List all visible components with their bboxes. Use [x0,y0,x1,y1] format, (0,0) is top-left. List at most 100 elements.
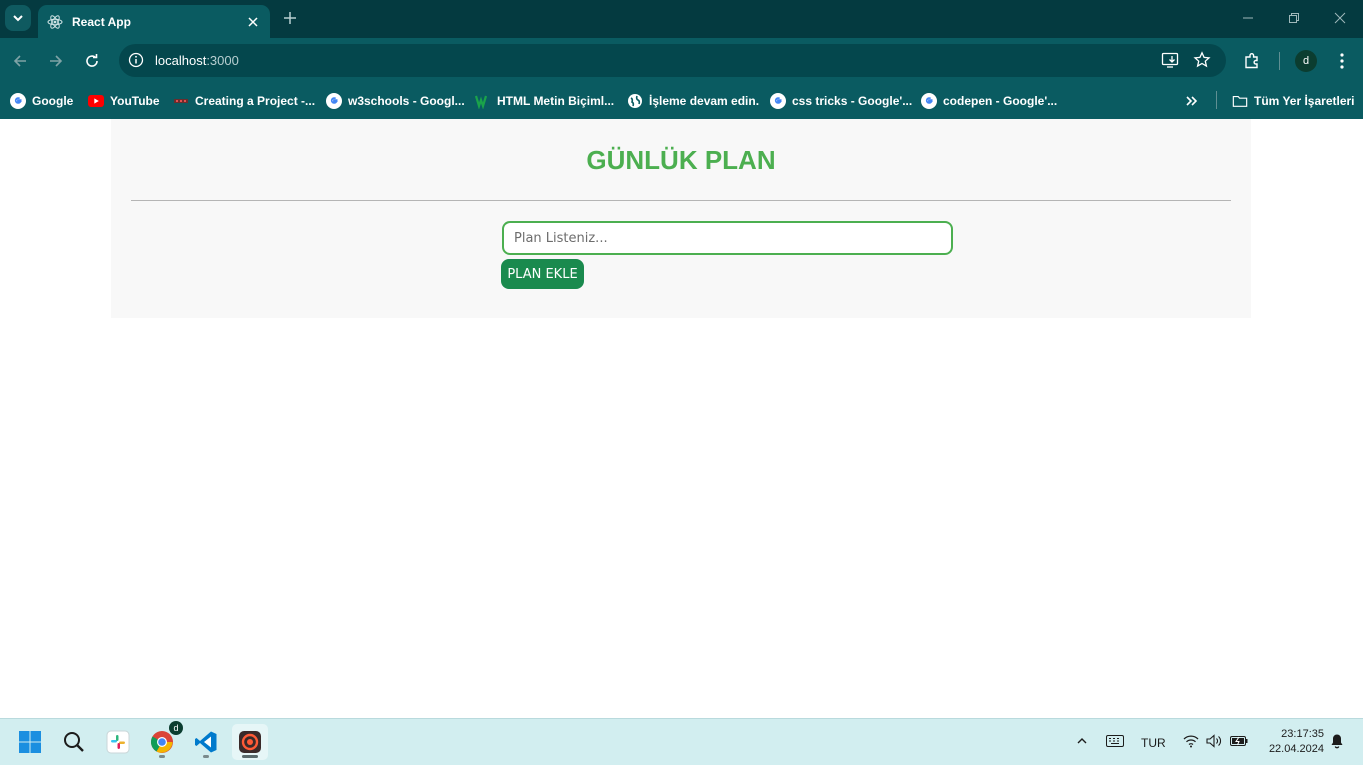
vscode-icon [195,731,217,753]
globe-icon [627,93,643,109]
bookmark-label: Google [32,94,74,108]
back-button[interactable] [8,49,32,73]
install-app-icon[interactable] [1160,50,1180,70]
close-icon [1334,12,1346,24]
speaker-icon [1206,734,1221,748]
search-icon [64,732,84,752]
more-bookmarks-button[interactable] [1184,90,1206,112]
bookmark-label: YouTube [110,94,160,108]
bookmark-label: Creating a Project -... [195,94,316,108]
address-bar[interactable]: localhost:3000 [119,44,1226,77]
bookmark-google[interactable]: Google [10,90,73,112]
bookmarks-separator [1216,91,1217,109]
bookmark-star-icon[interactable] [1192,50,1212,70]
url-host: localhost [155,53,207,68]
close-icon[interactable] [244,13,262,31]
new-tab-button[interactable] [280,8,300,28]
battery-button[interactable] [1228,731,1250,751]
arrow-left-icon [13,55,26,67]
windows-start-icon [19,731,41,753]
bookmark-label: w3schools - Googl... [348,94,465,108]
page-title: GÜNLÜK PLAN [586,145,776,175]
restore-button[interactable] [1284,8,1304,28]
page-viewport: GÜNLÜK PLAN PLAN EKLE [0,119,1363,718]
browser-toolbar: localhost:3000 d [0,38,1363,84]
bookmark-html-metin[interactable]: HTML Metin Biçiml... [475,90,614,112]
running-indicator [203,755,209,758]
site-icon [475,93,491,109]
bookmark-codepen[interactable]: codepen - Google'... [921,90,1057,112]
site-icon [173,93,189,109]
recorder-icon [239,731,261,753]
bookmark-label: İşleme devam edin. [649,94,760,108]
taskbar-slack[interactable] [100,724,136,760]
forward-button[interactable] [44,49,68,73]
chevron-up-icon [1077,738,1087,744]
google-icon [326,93,342,109]
extensions-icon[interactable] [1240,49,1264,73]
react-icon [47,14,63,30]
site-info-icon[interactable] [126,50,146,70]
folder-icon [1232,93,1248,109]
battery-charging-icon [1230,736,1248,746]
bookmark-label: HTML Metin Biçiml... [497,94,615,108]
plus-icon [284,12,296,24]
minimize-button[interactable] [1238,8,1258,28]
taskbar-chrome[interactable]: d [144,721,183,760]
clock-time: 23:17:35 [1281,728,1324,740]
reload-icon [86,54,98,67]
close-window-button[interactable] [1330,8,1350,28]
browser-tab[interactable]: React App [38,5,270,38]
keyboard-icon [1106,735,1124,747]
volume-button[interactable] [1204,731,1224,751]
network-button[interactable] [1181,731,1201,751]
profile-avatar[interactable]: d [1295,50,1317,72]
add-plan-button[interactable]: PLAN EKLE [501,259,584,289]
url-port: :3000 [206,53,239,68]
all-bookmarks-folder[interactable]: Tüm Yer İşaretleri [1232,90,1355,112]
bookmark-label: css tricks - Google'... [792,94,913,108]
bookmarks-bar: Google YouTube Creating a Project -... w… [0,84,1363,119]
all-bookmarks-label: Tüm Yer İşaretleri [1254,94,1355,108]
arrow-right-icon [50,55,63,67]
taskbar-vscode[interactable] [188,724,224,760]
reload-button[interactable] [80,49,104,73]
show-hidden-icons-button[interactable] [1073,731,1091,751]
slack-icon [106,730,130,754]
bell-icon [1331,734,1343,749]
system-clock[interactable]: 23:17:35 22.04.2024 [1258,727,1324,757]
taskbar-search-button[interactable] [56,724,92,760]
divider [131,200,1231,201]
bookmark-css-tricks[interactable]: css tricks - Google'... [770,90,912,112]
touch-keyboard-button[interactable] [1104,731,1126,751]
toolbar-separator [1279,52,1280,70]
taskbar-recorder[interactable] [232,724,268,760]
url-text: localhost:3000 [155,53,239,68]
bookmark-isleme-devam[interactable]: İşleme devam edin. [627,90,759,112]
clock-date: 22.04.2024 [1268,743,1324,755]
windows-taskbar: d TUR 23:17:35 22.04.2024 [0,718,1363,765]
minimize-icon [1243,17,1253,19]
chrome-profile-badge: d [169,721,183,735]
start-button[interactable] [12,724,48,760]
google-icon [921,93,937,109]
active-indicator [242,755,258,758]
bookmark-creating-project[interactable]: Creating a Project -... [173,90,315,112]
youtube-icon [88,93,104,109]
menu-button[interactable] [1330,49,1354,73]
tab-title: React App [72,14,131,29]
wifi-icon [1183,735,1199,748]
google-icon [770,93,786,109]
input-language[interactable]: TUR [1141,736,1166,750]
bookmark-label: codepen - Google'... [943,94,1058,108]
kebab-menu-icon [1340,53,1344,69]
bookmark-w3schools[interactable]: w3schools - Googl... [326,90,465,112]
double-chevron-right-icon [1184,93,1200,109]
google-icon [10,93,26,109]
chevron-down-icon [13,15,23,22]
tab-search-button[interactable] [5,5,31,31]
bookmark-youtube[interactable]: YouTube [88,90,160,112]
plan-container: GÜNLÜK PLAN PLAN EKLE [111,119,1251,318]
notifications-button[interactable] [1328,731,1346,751]
plan-input[interactable] [502,221,953,255]
